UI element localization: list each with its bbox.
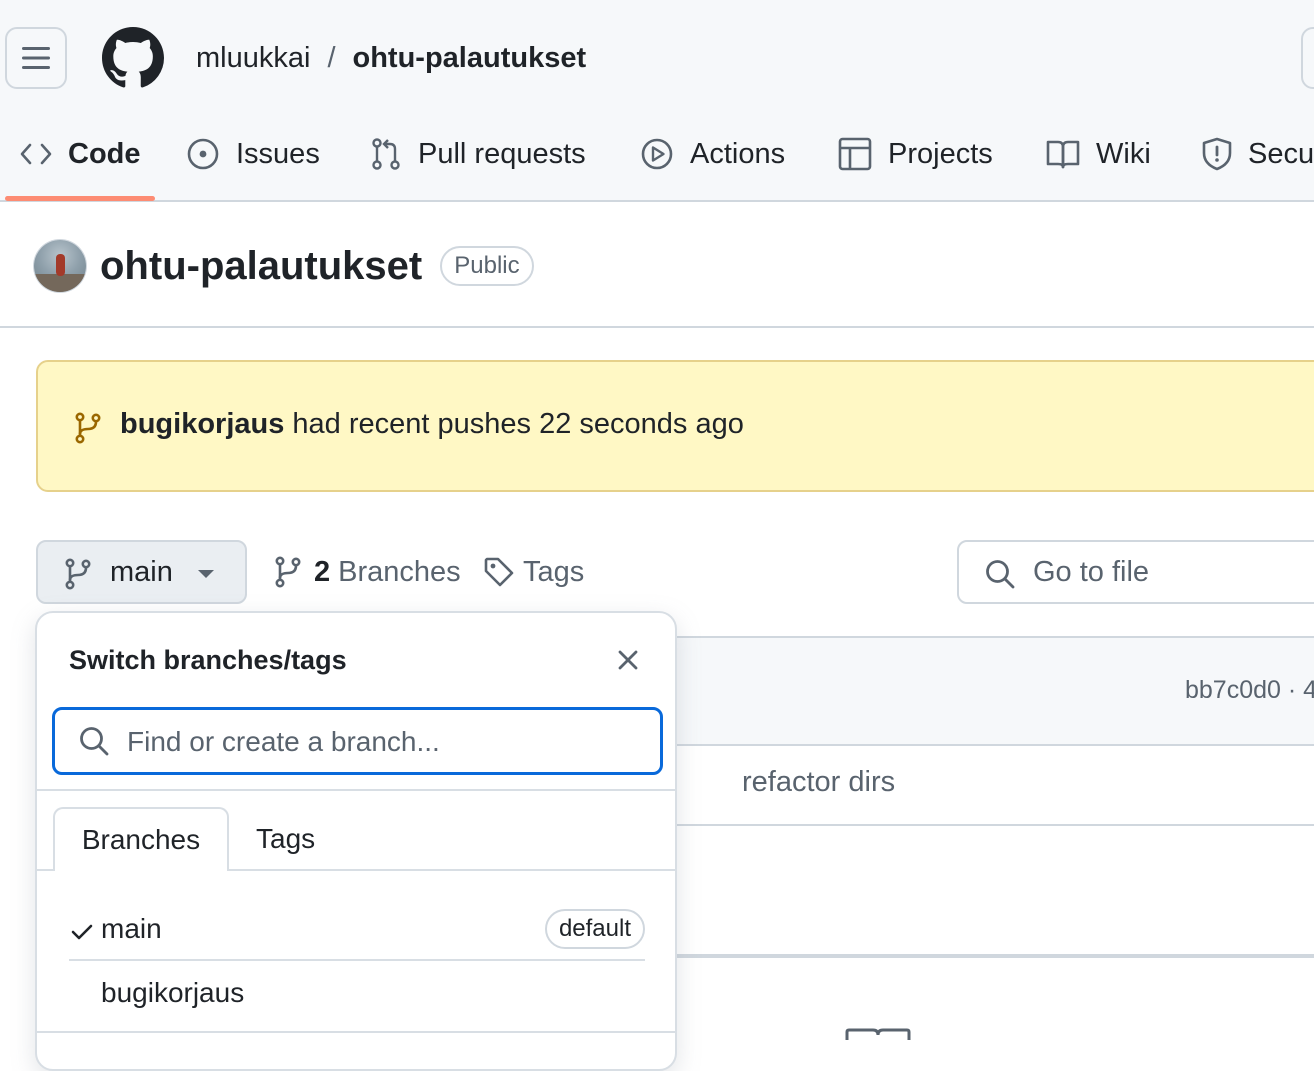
branch-item-bugikorjaus[interactable]: bugikorjaus [69, 963, 645, 1025]
git-branch-icon [75, 412, 101, 444]
commit-hash[interactable]: bb7c0d0 · 4 [1185, 676, 1314, 705]
repo-title: ohtu-palautukset [100, 243, 423, 288]
tab-projects-label: Projects [888, 137, 993, 170]
breadcrumb-repo-link[interactable]: ohtu-palautukset [353, 42, 587, 75]
branch-name: main [101, 913, 162, 944]
branches-link[interactable]: 2 Branches [274, 552, 461, 592]
tab-security[interactable]: Secu [1202, 118, 1314, 190]
branch-item-main[interactable]: main default [69, 899, 645, 961]
owner-avatar[interactable] [34, 240, 86, 292]
go-to-file-placeholder: Go to file [1033, 556, 1150, 588]
divider [37, 1031, 675, 1033]
play-icon [641, 138, 673, 170]
tab-projects[interactable]: Projects [838, 118, 993, 190]
tab-branches[interactable]: Branches [53, 807, 229, 871]
tab-tags[interactable]: Tags [256, 823, 315, 855]
tab-issues[interactable]: Issues [186, 118, 320, 190]
git-branch-icon [275, 556, 301, 588]
recent-pushes-banner: bugikorjaus had recent pushes 22 seconds… [36, 360, 1314, 492]
tag-icon [484, 557, 514, 587]
tab-actions[interactable]: Actions [640, 118, 785, 190]
current-branch-label: main [110, 556, 173, 588]
search-icon [986, 560, 1015, 589]
search-icon [80, 727, 109, 756]
breadcrumb: mluukkai / ohtu-palautukset [196, 38, 586, 78]
repo-title-row: ohtu-palautukset Public [34, 236, 534, 296]
branch-search-field[interactable] [52, 707, 663, 775]
book-icon [1046, 140, 1080, 169]
banner-branch-name[interactable]: bugikorjaus [120, 408, 284, 440]
breadcrumb-separator: / [327, 41, 336, 74]
tags-link[interactable]: Tags [483, 552, 584, 592]
close-icon[interactable] [617, 649, 639, 671]
branches-count: 2 [314, 555, 331, 588]
issue-opened-icon [187, 138, 219, 170]
tab-actions-label: Actions [690, 137, 786, 170]
tab-wiki[interactable]: Wiki [1046, 118, 1151, 190]
hamburger-icon [22, 47, 50, 69]
tags-label: Tags [523, 555, 585, 588]
hamburger-menu-button[interactable] [5, 27, 67, 89]
visibility-badge: Public [440, 246, 534, 286]
tab-code[interactable]: Code [20, 118, 141, 190]
branch-name: bugikorjaus [101, 977, 245, 1008]
tab-issues-label: Issues [236, 137, 320, 170]
code-icon [20, 143, 52, 165]
branches-label: Branches [338, 555, 461, 588]
table-icon [838, 137, 872, 171]
header-right-button[interactable] [1301, 27, 1314, 89]
git-pull-request-icon [372, 138, 400, 170]
title-divider [0, 326, 1314, 328]
divider [37, 789, 675, 791]
breadcrumb-owner-link[interactable]: mluukkai [196, 42, 310, 75]
tab-code-label: Code [68, 137, 141, 170]
shield-icon [1202, 137, 1232, 171]
commit-message[interactable]: refactor dirs [742, 766, 895, 799]
branch-select-button[interactable]: main [36, 540, 247, 604]
active-tab-indicator [5, 196, 155, 201]
git-branch-icon [65, 558, 91, 590]
go-to-file-input[interactable]: Go to file [957, 540, 1314, 604]
banner-text: had recent pushes 22 seconds ago [292, 408, 744, 440]
default-badge: default [544, 909, 645, 949]
banner-message: bugikorjaus had recent pushes 22 seconds… [120, 408, 744, 441]
tab-pull-requests-label: Pull requests [418, 137, 586, 170]
github-logo-icon[interactable] [102, 27, 164, 89]
tab-security-label: Secu [1248, 137, 1314, 170]
check-icon [71, 924, 93, 940]
triangle-down-icon [198, 570, 214, 578]
branch-search-input[interactable] [125, 720, 649, 764]
branch-switcher-dropdown: Switch branches/tags Branches Tags main … [35, 611, 677, 1071]
tab-wiki-label: Wiki [1096, 137, 1151, 170]
tab-pull-requests[interactable]: Pull requests [370, 118, 586, 190]
dropdown-title: Switch branches/tags [69, 645, 347, 675]
